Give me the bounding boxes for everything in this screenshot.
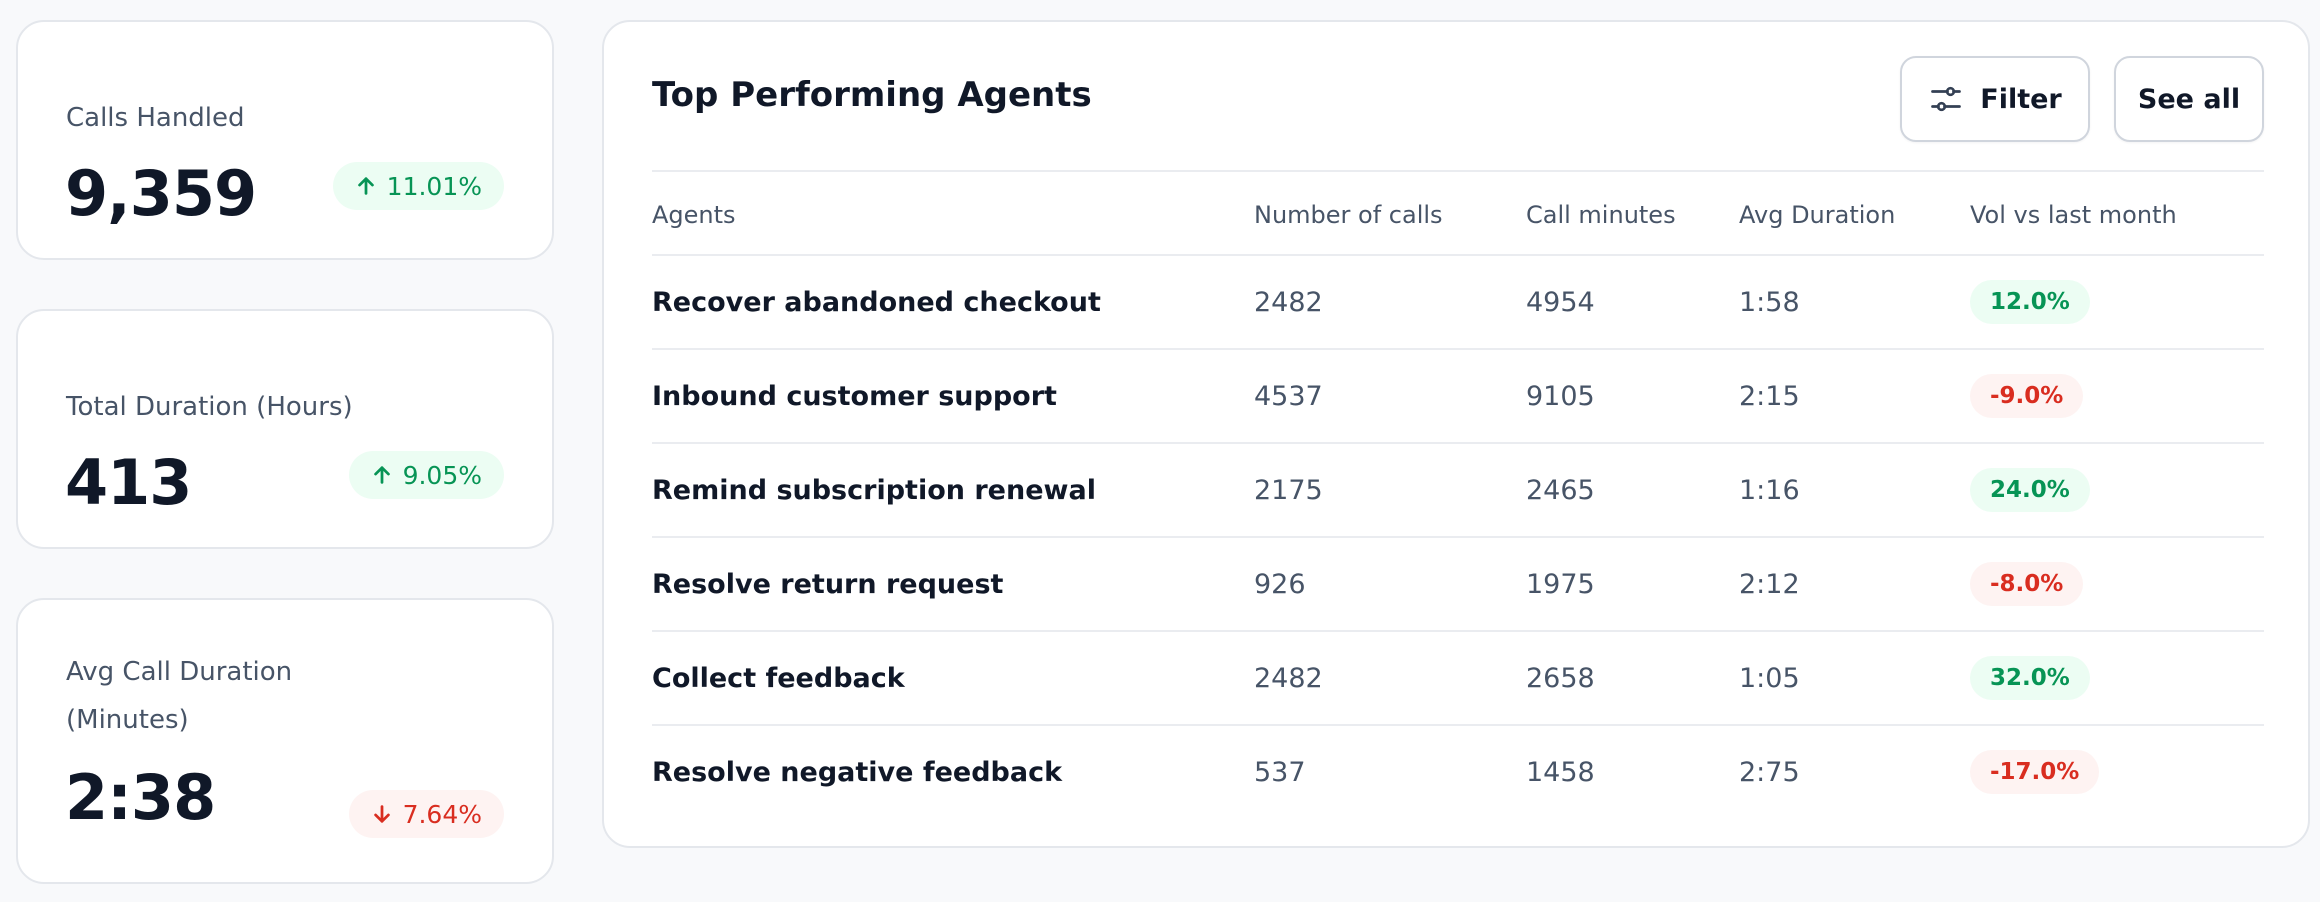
- change-value: 7.64%: [402, 799, 482, 829]
- arrow-down-icon: [373, 805, 390, 823]
- panel-title: Top Performing Agents: [652, 75, 1092, 115]
- agent-name: Inbound customer support: [652, 381, 1057, 412]
- stat-value: 2:38: [65, 761, 216, 834]
- stat-card-total-duration: Total Duration (Hours) 413 9.05%: [16, 309, 554, 549]
- table-row[interactable]: Inbound customer support 4537 9105 2:15 …: [652, 350, 2264, 444]
- vol-change-badge: -17.0%: [1970, 750, 2100, 794]
- avg-duration: 1:16: [1739, 475, 1800, 506]
- call-minutes: 9105: [1526, 381, 1595, 412]
- vol-change-badge: -8.0%: [1970, 562, 2084, 606]
- vol-change-badge: 12.0%: [1970, 280, 2090, 324]
- stat-value: 413: [65, 446, 192, 519]
- change-value: 9.05%: [402, 460, 482, 490]
- table-row[interactable]: Resolve return request 926 1975 2:12 -8.…: [652, 538, 2264, 632]
- stat-value: 9,359: [65, 157, 257, 230]
- vol-change-badge: -9.0%: [1970, 374, 2084, 418]
- vol-change-badge: 32.0%: [1970, 656, 2090, 700]
- arrow-up-icon: [373, 466, 390, 484]
- number-of-calls: 2482: [1254, 287, 1323, 318]
- change-badge: 9.05%: [348, 451, 504, 499]
- agent-name: Resolve negative feedback: [652, 757, 1063, 788]
- header-call-minutes[interactable]: Call minutes: [1526, 172, 1676, 258]
- change-badge: 11.01%: [332, 162, 504, 210]
- call-minutes: 2465: [1526, 475, 1595, 506]
- stat-label: Calls Handled: [66, 103, 245, 133]
- number-of-calls: 926: [1254, 569, 1306, 600]
- table-row[interactable]: Collect feedback 2482 2658 1:05 32.0%: [652, 632, 2264, 726]
- number-of-calls: 2482: [1254, 663, 1323, 694]
- call-minutes: 4954: [1526, 287, 1595, 318]
- stat-label-line-1: Avg Call Duration: [66, 657, 293, 687]
- change-badge: 7.64%: [348, 790, 504, 838]
- filter-button[interactable]: Filter: [1900, 56, 2090, 142]
- sliders-icon: [1931, 86, 1962, 112]
- table-header: Agents Number of calls Call minutes Avg …: [652, 170, 2264, 256]
- call-minutes: 2658: [1526, 663, 1595, 694]
- number-of-calls: 537: [1254, 757, 1306, 788]
- arrow-up-icon: [357, 177, 374, 195]
- call-minutes: 1458: [1526, 757, 1595, 788]
- agents-table: Agents Number of calls Call minutes Avg …: [652, 170, 2264, 820]
- header-vol-vs-last-month[interactable]: Vol vs last month: [1970, 172, 2177, 258]
- agent-name: Resolve return request: [652, 569, 1004, 600]
- header-avg-duration[interactable]: Avg Duration: [1739, 172, 1895, 258]
- number-of-calls: 2175: [1254, 475, 1323, 506]
- number-of-calls: 4537: [1254, 381, 1323, 412]
- see-all-button[interactable]: See all: [2114, 56, 2264, 142]
- table-row[interactable]: Resolve negative feedback 537 1458 2:75 …: [652, 726, 2264, 820]
- call-minutes: 1975: [1526, 569, 1595, 600]
- stat-card-avg-call-duration: Avg Call Duration (Minutes) 2:38 7.64%: [16, 598, 554, 884]
- vol-change-badge: 24.0%: [1970, 468, 2090, 512]
- avg-duration: 2:15: [1739, 381, 1800, 412]
- filter-label: Filter: [1980, 83, 2062, 115]
- change-value: 11.01%: [386, 171, 482, 201]
- agent-name: Recover abandoned checkout: [652, 287, 1101, 318]
- table-row[interactable]: Recover abandoned checkout 2482 4954 1:5…: [652, 256, 2264, 350]
- stat-label-line-2: (Minutes): [66, 705, 189, 735]
- table-row[interactable]: Remind subscription renewal 2175 2465 1:…: [652, 444, 2264, 538]
- top-agents-panel: Top Performing Agents Filter See all Age…: [602, 20, 2310, 848]
- see-all-label: See all: [2137, 83, 2241, 115]
- header-agents[interactable]: Agents: [652, 172, 736, 258]
- stat-label: Total Duration (Hours): [66, 392, 353, 422]
- header-number-of-calls[interactable]: Number of calls: [1254, 172, 1443, 258]
- avg-duration: 2:12: [1739, 569, 1800, 600]
- agent-name: Collect feedback: [652, 663, 905, 694]
- avg-duration: 1:05: [1739, 663, 1800, 694]
- avg-duration: 1:58: [1739, 287, 1800, 318]
- stat-card-calls-handled: Calls Handled 9,359 11.01%: [16, 20, 554, 260]
- agent-name: Remind subscription renewal: [652, 475, 1096, 506]
- avg-duration: 2:75: [1739, 757, 1800, 788]
